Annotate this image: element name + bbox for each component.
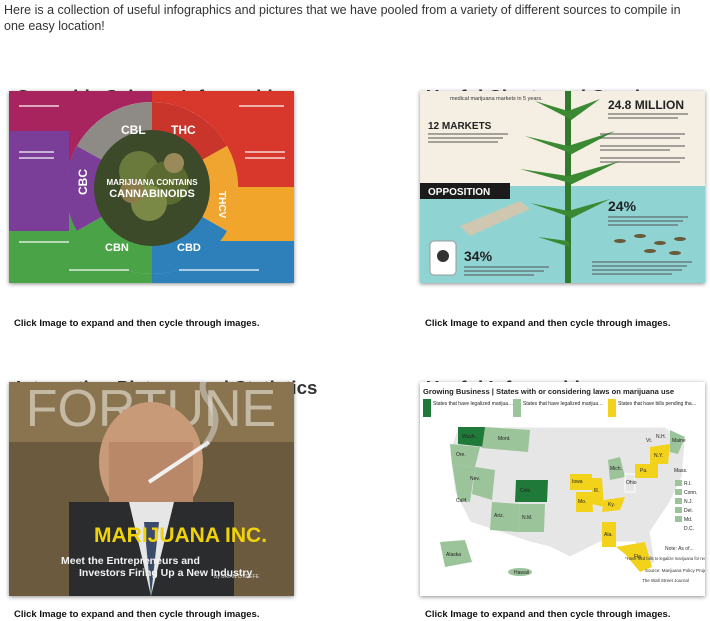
segment-cbl-label: CBL (121, 123, 146, 137)
card-caption: Click Image to expand and then cycle thr… (14, 318, 260, 329)
map-state-label: N.J. (684, 499, 693, 505)
map-state-label: Maine (672, 438, 686, 444)
map-state-label: Conn. (684, 490, 697, 496)
map-state-label: Ala. (604, 532, 613, 538)
us-map-thumbnail[interactable]: Growing Business | States with or consid… (420, 382, 705, 596)
map-credit: The Wall Street Journal (642, 578, 689, 583)
cannabis-science-thumbnail[interactable]: CBL THC THCV CBD CBN CBC MARIJUANA CONTA… (9, 91, 294, 283)
segment-cbd-label: CBD (177, 242, 201, 254)
map-state-label: Pa. (640, 468, 648, 474)
map-state-label: Iowa (572, 479, 583, 485)
stat-24-percent: 24% (608, 198, 637, 214)
map-state-label: Calif. (456, 498, 467, 504)
map-note: *Have filed bills to legalize marijuana … (625, 556, 705, 561)
legend-pending: States that have bills pending tha… (618, 401, 697, 407)
opposition-banner: OPPOSITION (428, 187, 490, 198)
map-state-label: D.C. (684, 526, 694, 532)
intro-text: Here is a collection of useful infograph… (4, 3, 681, 33)
map-source: Source: Marijuana Policy Project (645, 568, 705, 573)
map-state-label: Ill. (594, 488, 599, 494)
segment-cbn-label: CBN (105, 242, 129, 254)
map-note-asof: Note: As of... (665, 546, 694, 552)
map-state-label: N.Y. (654, 453, 663, 459)
map-state-label: Alaska (446, 552, 461, 558)
map-state-label: Mo. (578, 499, 586, 505)
map-state-label: Ore. (456, 452, 466, 458)
legend-medicinal: States that have legalized marijua… (523, 401, 603, 407)
segment-thcv-label: THCV (216, 191, 227, 219)
map-state-label: Vt. (646, 438, 652, 444)
map-state-label: Mass. (674, 468, 687, 474)
map-state-label: Md. (684, 517, 692, 523)
stat-12-markets: 12 MARKETS (428, 121, 492, 132)
segment-thc-label: THC (171, 123, 196, 137)
legend-both: States that have legalized marijua… (433, 401, 513, 407)
card-caption: Click Image to expand and then cycle thr… (425, 318, 671, 329)
charts-graphs-thumbnail[interactable]: OPPOSITION 24.8 MILLION 12 MARKETS 24% 3… (420, 91, 705, 283)
center-title: MARIJUANA CONTAINS (106, 178, 198, 187)
map-state-label: Ohio (626, 480, 637, 486)
map-state-label: R.I. (684, 481, 692, 487)
map-state-label: Nev. (470, 476, 480, 482)
segment-cbc-label: CBC (76, 169, 90, 195)
stat-34-percent: 34% (464, 248, 493, 264)
map-state-label: Del. (684, 508, 693, 514)
map-state-label: Ariz. (494, 513, 504, 519)
center-big: CANNABINOIDS (109, 188, 195, 200)
map-state-label: Wash. (462, 434, 476, 440)
map-state-label: Hawaii (514, 570, 529, 576)
stat-24-8-million: 24.8 MILLION (608, 98, 684, 112)
map-state-label: Ky. (608, 502, 615, 508)
map-state-label: Colo. (520, 488, 532, 494)
fortune-cover-thumbnail[interactable]: FORTUNE MARIJUANA INC. Meet the Entrepre… (9, 382, 294, 596)
cover-subhead-line: Meet the Entrepreneurs and (61, 555, 200, 567)
card-caption: Click Image to expand and then cycle thr… (425, 609, 671, 620)
map-state-label: N.H. (656, 434, 666, 440)
map-state-label: Mont. (498, 436, 511, 442)
map-title: Growing Business | States with or consid… (423, 387, 674, 396)
card-caption: Click Image to expand and then cycle thr… (14, 609, 260, 620)
top-text: medical marijuana markets in 5 years. (450, 96, 543, 102)
map-state-label: Mich. (610, 466, 622, 472)
cover-byline: By BRIAN O'KEEFE (214, 574, 260, 580)
cover-headline: MARIJUANA INC. (94, 524, 267, 547)
map-state-label: N.M. (522, 515, 533, 521)
